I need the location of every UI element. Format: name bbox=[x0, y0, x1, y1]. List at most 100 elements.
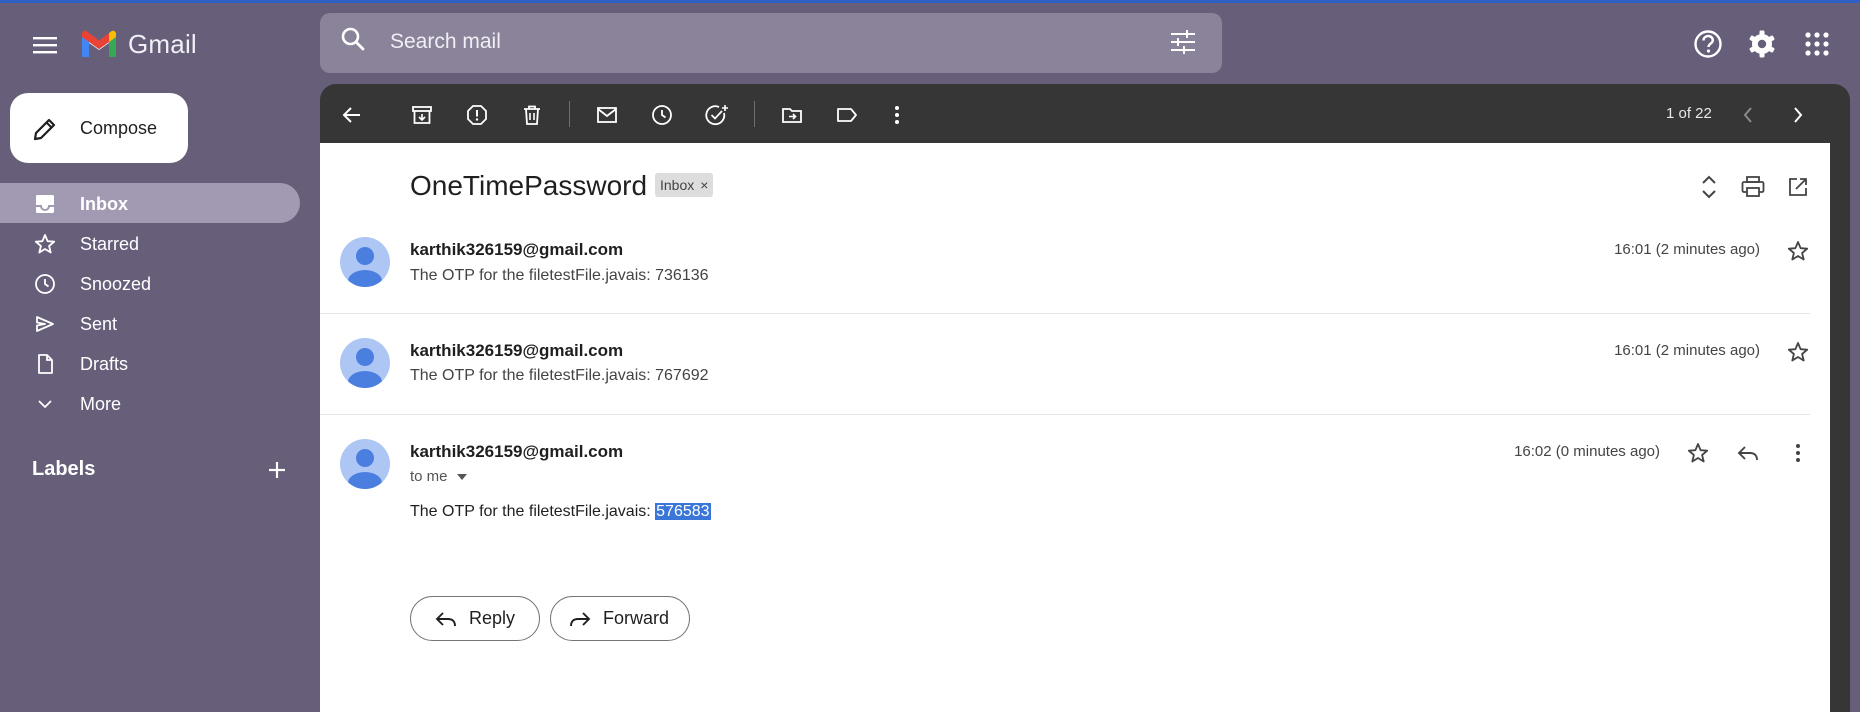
message-snippet[interactable]: The OTP for the filetestFile.javais: 736… bbox=[410, 267, 709, 285]
sender-email[interactable]: karthik326159@gmail.com bbox=[410, 240, 623, 260]
reply-button[interactable] bbox=[1734, 439, 1762, 467]
caret-down-icon bbox=[456, 473, 467, 480]
apps-button[interactable] bbox=[1800, 27, 1834, 61]
reply-icon bbox=[435, 611, 456, 626]
settings-button[interactable] bbox=[1745, 27, 1779, 61]
archive-button[interactable] bbox=[408, 101, 436, 129]
message-snippet[interactable]: The OTP for the filetestFile.javais: 767… bbox=[410, 367, 709, 385]
person-icon bbox=[348, 247, 382, 287]
sidebar-item-label: Starred bbox=[80, 234, 140, 254]
more-actions-button[interactable] bbox=[883, 101, 911, 129]
search-options-icon[interactable] bbox=[1170, 30, 1196, 54]
sidebar-item-sent[interactable]: Sent bbox=[0, 303, 300, 343]
message-time: 16:02 (0 minutes ago) bbox=[1514, 443, 1660, 460]
sidebar-item-starred[interactable]: Starred bbox=[0, 223, 300, 263]
add-label-icon[interactable] bbox=[266, 459, 288, 481]
compose-label: Compose bbox=[80, 118, 158, 138]
star-icon bbox=[1687, 443, 1709, 463]
add-task-icon bbox=[705, 105, 728, 126]
person-icon bbox=[348, 348, 382, 388]
gmail-m-icon bbox=[82, 30, 116, 57]
open-in-new-icon bbox=[1789, 178, 1807, 196]
sidebar-item-inbox[interactable]: Inbox bbox=[0, 183, 300, 223]
reply-action-button[interactable]: Reply bbox=[410, 596, 540, 641]
sender-email[interactable]: karthik326159@gmail.com bbox=[410, 341, 623, 361]
trash-icon bbox=[524, 105, 540, 125]
report-spam-button[interactable] bbox=[463, 101, 491, 129]
older-button[interactable] bbox=[1784, 101, 1812, 129]
message-divider bbox=[320, 414, 1810, 415]
recipient-text: to me bbox=[410, 468, 448, 485]
sidebar-item-snoozed[interactable]: Snoozed bbox=[0, 263, 300, 303]
sidebar-item-drafts[interactable]: Drafts bbox=[0, 343, 300, 383]
forward-icon bbox=[570, 611, 591, 626]
top-accent-line bbox=[0, 0, 1860, 3]
mark-unread-button[interactable] bbox=[593, 101, 621, 129]
draft-file-icon bbox=[38, 354, 53, 374]
search-input[interactable] bbox=[390, 30, 1110, 54]
compose-button[interactable]: Compose bbox=[10, 93, 188, 163]
clock-icon bbox=[35, 274, 55, 294]
selected-otp-code[interactable]: 576583 bbox=[655, 503, 711, 520]
thread-subject: OneTimePassword bbox=[410, 170, 648, 201]
add-to-tasks-button[interactable] bbox=[703, 101, 731, 129]
remove-label-icon[interactable]: × bbox=[700, 177, 708, 193]
sidebar-item-more[interactable]: More bbox=[0, 383, 300, 423]
chevron-right-icon bbox=[1794, 107, 1803, 123]
message-body: The OTP for the filetestFile.javais: 576… bbox=[410, 503, 711, 521]
inbox-icon bbox=[36, 195, 54, 213]
recipient-details[interactable]: to me bbox=[410, 468, 468, 485]
send-icon bbox=[36, 316, 54, 332]
main-menu-button[interactable] bbox=[26, 26, 64, 64]
inbox-label-chip[interactable]: Inbox × bbox=[655, 173, 714, 197]
message-divider bbox=[320, 313, 1810, 314]
message-more-button[interactable] bbox=[1784, 439, 1812, 467]
forward-action-button[interactable]: Forward bbox=[550, 596, 690, 641]
sidebar-item-label: Sent bbox=[80, 314, 118, 334]
more-vert-icon bbox=[895, 106, 899, 124]
sender-avatar[interactable] bbox=[340, 338, 390, 388]
sender-avatar[interactable] bbox=[340, 439, 390, 489]
star-button[interactable] bbox=[1684, 439, 1712, 467]
sender-avatar[interactable] bbox=[340, 237, 390, 287]
message-time: 16:01 (2 minutes ago) bbox=[1614, 342, 1760, 359]
expand-all-button[interactable] bbox=[1694, 172, 1724, 202]
toolbar-divider bbox=[754, 101, 755, 127]
labels-button[interactable] bbox=[833, 101, 861, 129]
sidebar-item-label: Snoozed bbox=[80, 274, 152, 294]
sender-email[interactable]: karthik326159@gmail.com bbox=[410, 442, 623, 462]
back-button[interactable] bbox=[338, 101, 366, 129]
gmail-logo[interactable]: Gmail bbox=[79, 26, 197, 62]
reply-label: Reply bbox=[469, 608, 516, 628]
newer-button[interactable] bbox=[1734, 101, 1762, 129]
help-button[interactable] bbox=[1691, 27, 1725, 61]
search-icon[interactable] bbox=[340, 26, 366, 52]
star-icon bbox=[1787, 241, 1809, 261]
print-icon bbox=[1741, 176, 1765, 197]
label-chip-text: Inbox bbox=[660, 177, 695, 193]
message-time: 16:01 (2 minutes ago) bbox=[1614, 241, 1760, 258]
app-name: Gmail bbox=[128, 28, 197, 59]
more-vert-icon bbox=[1796, 444, 1800, 462]
label-tag-icon bbox=[837, 108, 857, 122]
sidebar-nav: Inbox Starred Snoozed Sent Drafts More bbox=[0, 183, 300, 423]
open-new-window-button[interactable] bbox=[1783, 172, 1813, 202]
pencil-icon bbox=[33, 118, 56, 141]
labels-heading: Labels bbox=[32, 458, 96, 480]
delete-button[interactable] bbox=[518, 101, 546, 129]
snooze-button[interactable] bbox=[648, 101, 676, 129]
move-to-button[interactable] bbox=[778, 101, 806, 129]
report-spam-icon bbox=[467, 105, 487, 125]
sidebar-item-label: Inbox bbox=[80, 194, 128, 214]
print-all-button[interactable] bbox=[1738, 172, 1768, 202]
pagination-text: 1 of 22 bbox=[1666, 105, 1712, 122]
star-button[interactable] bbox=[1784, 237, 1812, 265]
star-button[interactable] bbox=[1784, 338, 1812, 366]
body-text: The OTP for the filetestFile.javais: bbox=[410, 503, 656, 520]
apps-grid-icon bbox=[1805, 32, 1829, 56]
move-to-folder-icon bbox=[782, 108, 802, 123]
forward-label: Forward bbox=[603, 608, 670, 628]
person-icon bbox=[348, 449, 382, 489]
settings-gear-icon bbox=[1749, 30, 1775, 58]
clock-icon bbox=[652, 105, 672, 125]
